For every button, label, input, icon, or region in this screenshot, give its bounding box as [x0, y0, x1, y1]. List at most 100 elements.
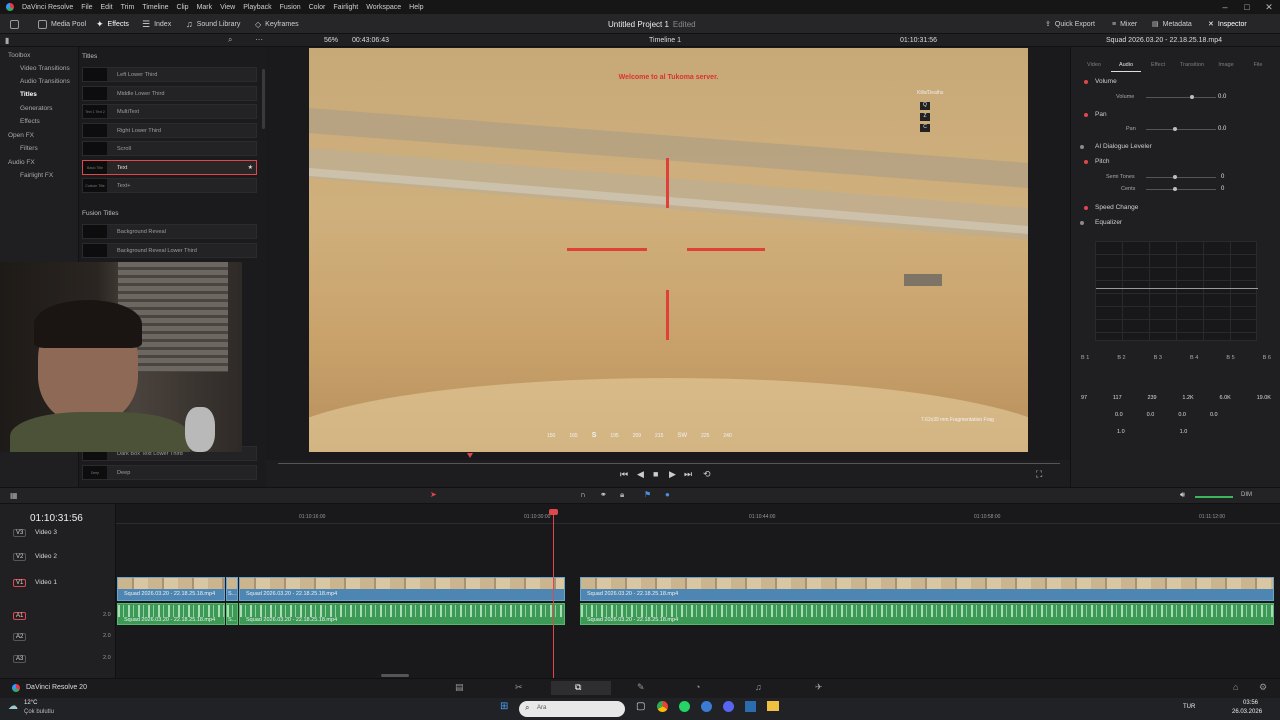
menu-fairlight[interactable]: Fairlight [333, 4, 358, 11]
jump-start-icon[interactable]: ⏮ [620, 469, 628, 480]
deliver-page-icon[interactable]: ✈ [815, 682, 823, 693]
audio-clip[interactable]: Squad 2026.03.20 - 22.18.25.18.mp4 [580, 603, 1274, 625]
index-button[interactable]: ☰ Index [142, 18, 171, 30]
semitones-slider[interactable] [1146, 175, 1216, 179]
eq-freq-value[interactable]: 1.2K [1182, 395, 1193, 401]
eq-band-label[interactable]: B 6 [1263, 355, 1271, 361]
weather-icon[interactable]: ☁ [8, 701, 18, 712]
more-options-icon[interactable]: ⋯ [255, 35, 263, 44]
pan-slider[interactable] [1146, 127, 1216, 131]
timeline-name-dropdown[interactable]: Timeline 1 [649, 37, 681, 44]
master-volume-slider[interactable] [1195, 496, 1233, 498]
volume-value[interactable]: 0.0 [1218, 94, 1226, 100]
tree-filters[interactable]: Filters [20, 145, 38, 152]
video-clip[interactable]: Squad 2026.03.20 - 22.18.25.18.mp4 [580, 577, 1274, 601]
semitones-value[interactable]: 0 [1221, 174, 1224, 180]
panel-toggle-button[interactable] [10, 18, 19, 30]
video-clip[interactable]: Squad 2026.03.20 - 22.18.25.18.mp4 [239, 577, 565, 601]
timeline-ruler[interactable]: 01:10:16:00 01:10:30:00 01:10:44:00 01:1… [116, 504, 1280, 524]
menu-timeline[interactable]: Timeline [142, 4, 168, 11]
pan-knob[interactable] [1173, 127, 1177, 131]
track-id-v1[interactable]: V1 [13, 579, 27, 587]
search-icon[interactable]: ⌕ [228, 35, 232, 45]
tree-video-transitions[interactable]: Video Transitions [20, 65, 70, 72]
keyframes-button[interactable]: ◇ Keyframes [255, 18, 299, 30]
eq-freq-value[interactable]: 97 [1081, 395, 1087, 401]
speed-change-dot[interactable] [1084, 206, 1088, 210]
tree-titles[interactable]: Titles [20, 91, 37, 98]
track-name-v1[interactable]: Video 1 [35, 579, 57, 586]
fairlight-page-icon[interactable]: ♫ [755, 682, 762, 692]
lock-icon[interactable]: 🔒︎ [620, 490, 624, 500]
dim-button[interactable]: DIM [1241, 492, 1252, 498]
eq-band-label[interactable]: B 5 [1226, 355, 1234, 361]
selection-tool-icon[interactable]: ➤ [430, 490, 437, 499]
inspector-button[interactable]: ✕ Inspector [1208, 18, 1247, 30]
tree-generators[interactable]: Generators [20, 105, 53, 112]
close-icon[interactable]: ✕ [1258, 0, 1280, 14]
volume-icon[interactable]: 🔊︎ [1180, 490, 1185, 500]
eq-gain-value[interactable]: 0.0 [1147, 412, 1155, 418]
title-middle-lower-third[interactable]: Middle Lower Third [82, 86, 257, 101]
snapping-icon[interactable]: ∩ [580, 490, 586, 499]
fullscreen-icon[interactable]: ⛶ [1036, 469, 1042, 480]
cents-value[interactable]: 0 [1221, 186, 1224, 192]
volume-knob[interactable] [1190, 95, 1194, 99]
menu-file[interactable]: File [81, 4, 92, 11]
semitones-knob[interactable] [1173, 175, 1177, 179]
jump-end-icon[interactable]: ⏭ [684, 469, 692, 480]
tree-audio-transitions[interactable]: Audio Transitions [20, 78, 70, 85]
tree-fairlight-fx[interactable]: Fairlight FX [20, 172, 53, 179]
title-multitext[interactable]: Text 1 Text 2 MultiText [82, 104, 257, 119]
discord-icon[interactable] [723, 701, 734, 712]
chrome-icon[interactable] [657, 701, 668, 712]
video-clip[interactable]: S... [226, 577, 238, 601]
cents-knob[interactable] [1173, 187, 1177, 191]
dialogue-leveler-dot[interactable] [1080, 145, 1084, 149]
eq-freq-value[interactable]: 239 [1147, 395, 1156, 401]
windows-start-icon[interactable]: ⊞ [500, 701, 508, 712]
scrubber-track[interactable] [278, 463, 1060, 464]
title-deep[interactable]: Deep Deep [82, 465, 257, 480]
equalizer-dot[interactable] [1080, 221, 1084, 225]
task-view-icon[interactable]: ▢ [636, 701, 645, 712]
menu-workspace[interactable]: Workspace [366, 4, 401, 11]
eq-gain-value[interactable]: 0.0 [1210, 412, 1218, 418]
menu-edit[interactable]: Edit [101, 4, 113, 11]
title-background-reveal[interactable]: Background Reveal [82, 224, 257, 239]
playhead-line[interactable] [553, 512, 554, 678]
cut-page-icon[interactable]: ✂ [515, 682, 523, 693]
menu-mark[interactable]: Mark [197, 4, 213, 11]
link-icon[interactable]: ⚭ [600, 490, 607, 499]
pitch-enable-dot[interactable] [1084, 160, 1088, 164]
playhead-handle[interactable] [549, 509, 558, 515]
eq-band-label[interactable]: B 1 [1081, 355, 1089, 361]
mixer-button[interactable]: ≡ Mixer [1112, 18, 1137, 30]
scrubber-playhead[interactable] [467, 453, 473, 458]
marker-icon[interactable]: ● [665, 490, 670, 499]
layout-icon[interactable]: ▦ [10, 491, 18, 500]
volume-slider[interactable] [1146, 95, 1216, 99]
metadata-button[interactable]: ▤ Metadata [1152, 18, 1192, 30]
eq-band-label[interactable]: B 4 [1190, 355, 1198, 361]
equalizer-graph[interactable] [1095, 241, 1258, 341]
menu-view[interactable]: View [220, 4, 235, 11]
folder-icon[interactable] [767, 701, 779, 711]
color-page-icon[interactable]: ◔ [695, 682, 700, 692]
loop-icon[interactable]: ⟲ [703, 469, 711, 480]
title-scroll[interactable]: Scroll [82, 141, 257, 156]
track-id-v3[interactable]: V3 [13, 529, 27, 537]
eq-band-label[interactable]: B 3 [1154, 355, 1162, 361]
eq-gain-value[interactable]: 0.0 [1178, 412, 1186, 418]
eq-gain-value[interactable]: 0.0 [1115, 412, 1123, 418]
track-id-a1[interactable]: A1 [13, 612, 27, 620]
tab-image[interactable]: Image [1211, 62, 1241, 68]
tab-effect[interactable]: Effect [1143, 62, 1173, 68]
track-name-v2[interactable]: Video 2 [35, 553, 57, 560]
eq-band-label[interactable]: B 2 [1117, 355, 1125, 361]
clock-date[interactable]: 26.03.2026 [1232, 709, 1262, 715]
tab-file[interactable]: File [1243, 62, 1273, 68]
whatsapp-icon[interactable] [679, 701, 690, 712]
title-background-reveal-lower-third[interactable]: Background Reveal Lower Third [82, 243, 257, 258]
audio-clip[interactable]: S... [226, 603, 238, 625]
